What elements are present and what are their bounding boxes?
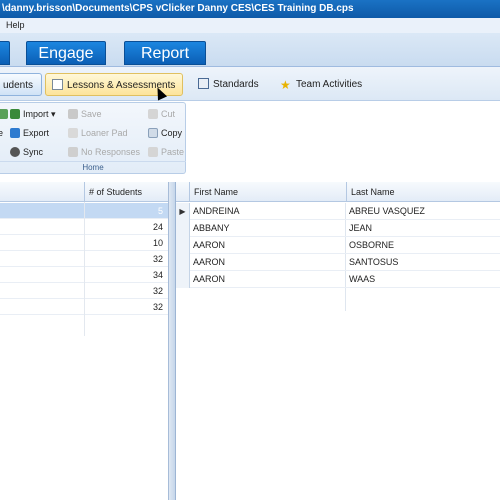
tab-strip: udents Lessons & Assessments Standards ★… (0, 67, 500, 101)
first-name-header[interactable]: First Name (190, 182, 346, 202)
class-name-header[interactable] (0, 182, 84, 202)
ribbon-home-group: Import ▾ Save Cut e Export Loaner Pad Co… (0, 102, 186, 174)
student-count: 32 (84, 251, 166, 267)
no-responses-button[interactable]: No Responses (68, 145, 140, 159)
export-label: Export (23, 128, 50, 138)
class-row[interactable]: 10 (0, 235, 168, 251)
last-name-cell: ABREU VASQUEZ (349, 206, 425, 216)
first-name-cell: AARON (193, 240, 226, 250)
row-selector (176, 271, 190, 288)
tab-standards-label: Standards (213, 79, 259, 90)
first-name-cell: AARON (193, 274, 226, 284)
student-count: 10 (84, 235, 166, 251)
row-selector (176, 220, 190, 237)
student-count: 24 (84, 219, 166, 235)
import-label: Import (23, 109, 49, 119)
class-row[interactable]: 32 (0, 299, 168, 315)
pane-splitter[interactable] (169, 182, 176, 500)
tab-students-label: udents (3, 80, 34, 91)
sync-icon (10, 147, 20, 157)
class-row[interactable]: 24 (0, 219, 168, 235)
table-row[interactable]: AARON WAAS (176, 271, 500, 288)
class-row[interactable]: 32 (0, 283, 168, 299)
export-button[interactable]: Export (10, 126, 49, 140)
nav-button-partial[interactable] (0, 41, 10, 65)
copy-icon (148, 128, 158, 138)
table-row[interactable]: ▶ ANDREINA ABREU VASQUEZ (176, 203, 500, 220)
question-icon (68, 147, 78, 157)
import-button[interactable]: Import ▾ (10, 107, 56, 121)
no-responses-label: No Responses (81, 147, 141, 157)
table-row[interactable]: AARON OSBORNE (176, 237, 500, 254)
ribbon-group-label: Home (0, 161, 186, 172)
loaner-pad-button[interactable]: Loaner Pad (68, 126, 128, 140)
student-count-header[interactable]: # of Students (84, 182, 168, 202)
copy-label: Copy (161, 128, 183, 138)
last-name-cell: JEAN (349, 223, 373, 233)
sync-button[interactable]: Sync (10, 145, 43, 159)
row-selector (176, 237, 190, 254)
student-count: 5 (84, 203, 166, 219)
class-row[interactable]: 32 (0, 251, 168, 267)
nav-band: Engage Report (0, 33, 500, 67)
first-name-cell: ANDREINA (193, 206, 240, 216)
ribbon-partial-icon[interactable] (0, 107, 10, 121)
first-name-cell: ABBANY (193, 223, 230, 233)
cut-label: Cut (161, 109, 176, 119)
last-name-cell: OSBORNE (349, 240, 395, 250)
star-icon: ★ (280, 78, 291, 92)
document-icon (52, 79, 63, 90)
row-selector (176, 254, 190, 271)
loaner-pad-label: Loaner Pad (81, 128, 128, 138)
save-button[interactable]: Save (68, 107, 102, 121)
edit-icon (0, 109, 8, 119)
engage-button[interactable]: Engage (26, 41, 106, 65)
last-name-cell: SANTOSUS (349, 257, 399, 267)
last-name-header[interactable]: Last Name (346, 182, 500, 202)
table-row[interactable]: AARON SANTOSUS (176, 254, 500, 271)
first-name-cell: AARON (193, 257, 226, 267)
last-name-cell: WAAS (349, 274, 376, 284)
student-count: 34 (84, 267, 166, 283)
import-icon (10, 109, 20, 119)
menu-help[interactable]: Help (6, 20, 25, 30)
tab-team-label: Team Activities (296, 79, 363, 90)
sync-label: Sync (23, 147, 44, 157)
export-icon (10, 128, 20, 138)
class-list-grid: # of Students 5 24 10 32 34 32 32 (0, 182, 169, 500)
tab-students[interactable]: udents (0, 73, 42, 96)
save-label: Save (81, 109, 102, 119)
loaner-pad-icon (68, 128, 78, 138)
copy-button[interactable]: Copy (148, 126, 182, 140)
report-button[interactable]: Report (124, 41, 206, 65)
student-count: 32 (84, 283, 166, 299)
save-icon (68, 109, 78, 119)
book-icon (198, 78, 209, 89)
scissors-icon (148, 109, 158, 119)
window-title: \danny.brisson\Documents\CPS vClicker Da… (0, 0, 500, 18)
table-row[interactable]: ABBANY JEAN (176, 220, 500, 237)
class-row[interactable]: 34 (0, 267, 168, 283)
paste-button[interactable]: Paste (148, 145, 184, 159)
cut-button[interactable]: Cut (148, 107, 175, 121)
class-row[interactable]: 5 (0, 203, 168, 219)
row-selector-arrow-icon: ▶ (176, 203, 190, 220)
tab-standards[interactable]: Standards (192, 73, 272, 96)
paste-icon (148, 147, 158, 157)
tab-team-activities[interactable]: ★ Team Activities (274, 73, 378, 96)
student-list-grid: First Name Last Name ▶ ANDREINA ABREU VA… (176, 182, 500, 500)
row-selector-header (176, 182, 190, 202)
menu-bar: Help (0, 18, 500, 33)
paste-label: Paste (161, 147, 185, 157)
student-count: 32 (84, 299, 166, 315)
ribbon-partial-e: e (0, 128, 4, 138)
